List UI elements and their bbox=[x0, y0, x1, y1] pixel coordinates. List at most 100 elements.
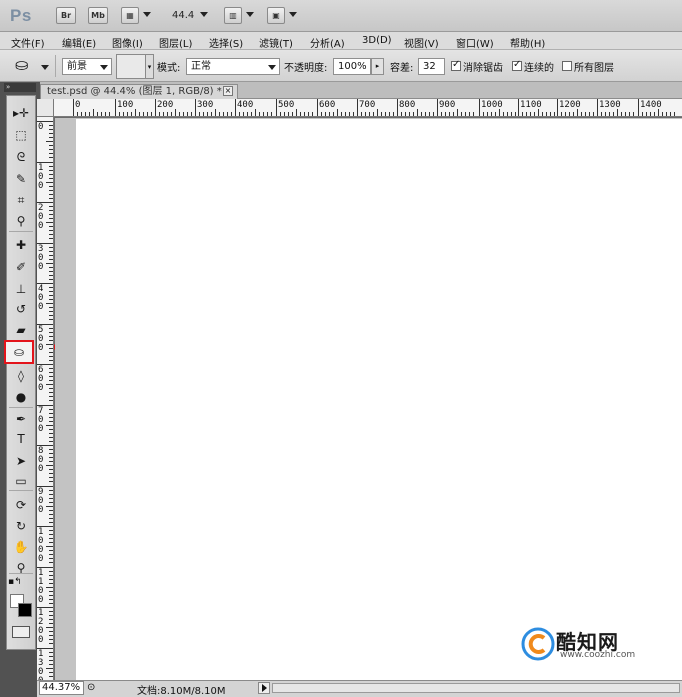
ruler-tick bbox=[449, 112, 450, 116]
3d-orbit-tool-icon[interactable]: ↻ bbox=[7, 517, 35, 536]
ruler-origin[interactable] bbox=[37, 99, 54, 117]
menu-view[interactable]: 视图(V) bbox=[404, 35, 439, 50]
ruler-tick bbox=[296, 109, 297, 116]
zoom-caret-icon[interactable] bbox=[200, 12, 208, 17]
all-layers-checkbox[interactable] bbox=[562, 61, 572, 71]
pattern-picker[interactable] bbox=[116, 54, 146, 79]
ruler-top-label: 400 bbox=[237, 100, 254, 110]
ruler-tick bbox=[49, 133, 53, 134]
ruler-tick bbox=[465, 112, 466, 116]
ruler-tick bbox=[243, 112, 244, 116]
brush-tool-icon[interactable]: ✐ bbox=[7, 258, 35, 277]
ruler-tick bbox=[259, 112, 260, 116]
tools-panel-collapse[interactable]: » bbox=[4, 83, 36, 92]
shape-tool-icon[interactable]: ▭ bbox=[7, 472, 35, 491]
lasso-tool-icon[interactable]: ᘓ bbox=[7, 148, 35, 167]
ruler-tick bbox=[49, 655, 53, 657]
ruler-tick bbox=[473, 112, 474, 116]
quick-mask-icon[interactable] bbox=[12, 626, 30, 638]
document-canvas[interactable] bbox=[76, 119, 682, 680]
fill-source-caret-icon[interactable] bbox=[100, 65, 108, 70]
tolerance-field[interactable]: 32 bbox=[418, 58, 445, 75]
hand-tool-icon[interactable]: ✋ bbox=[7, 538, 35, 557]
marquee-tool-icon[interactable]: ⬚ bbox=[7, 126, 35, 145]
ruler-tick bbox=[605, 112, 606, 116]
tool-preset-caret-icon[interactable] bbox=[41, 65, 49, 70]
healing-brush-tool-icon[interactable]: ✚ bbox=[7, 236, 35, 255]
eraser-tool-icon[interactable]: ▰ bbox=[7, 321, 35, 340]
blend-mode-caret-icon[interactable] bbox=[268, 65, 276, 70]
close-tab-icon[interactable]: × bbox=[223, 86, 233, 96]
menu-filter[interactable]: 滤镜(T) bbox=[259, 35, 293, 50]
paint-bucket-tool-icon[interactable]: ⛀ bbox=[4, 340, 34, 364]
menu-analysis[interactable]: 分析(A) bbox=[310, 35, 345, 50]
menu-file[interactable]: 文件(F) bbox=[11, 35, 45, 50]
antialias-checkbox[interactable] bbox=[451, 59, 461, 71]
ruler-tick bbox=[139, 112, 140, 116]
ruler-tick bbox=[49, 226, 53, 227]
menu-edit[interactable]: 编辑(E) bbox=[62, 35, 96, 50]
ruler-tick bbox=[81, 112, 82, 116]
document-tab[interactable]: test.psd @ 44.4% (图层 1, RGB/8) * bbox=[40, 84, 238, 99]
default-colors-icon[interactable]: ▪↰ bbox=[8, 577, 22, 587]
ruler-tick bbox=[46, 627, 53, 628]
horizontal-ruler[interactable]: 0 100 200 300 400 500 600 700 800 900 1000 1100 1200… bbox=[37, 99, 682, 117]
menu-select[interactable]: 选择(S) bbox=[209, 35, 243, 50]
arrange-documents-button[interactable]: ▥ bbox=[224, 7, 242, 24]
ruler-tick bbox=[49, 469, 53, 470]
ruler-top-label: 700 bbox=[359, 100, 376, 110]
zoom-level[interactable]: 44.4 bbox=[172, 10, 194, 21]
background-color-swatch[interactable] bbox=[18, 603, 32, 617]
ruler-tick bbox=[49, 550, 53, 551]
quick-selection-tool-icon[interactable]: ✎ bbox=[7, 170, 35, 189]
ruler-tick bbox=[49, 169, 53, 171]
contiguous-checkbox[interactable] bbox=[512, 59, 522, 71]
opacity-slider-icon[interactable]: ▸ bbox=[371, 58, 384, 75]
ruler-tick bbox=[49, 197, 53, 199]
menu-3d[interactable]: 3D(D) bbox=[362, 35, 392, 46]
menu-image[interactable]: 图像(I) bbox=[112, 35, 143, 50]
blend-mode-select[interactable]: 正常 bbox=[186, 58, 280, 75]
path-selection-tool-icon[interactable]: ➤ bbox=[7, 452, 35, 471]
horizontal-scrollbar[interactable] bbox=[272, 683, 680, 693]
crop-tool-icon[interactable]: ⌗ bbox=[7, 191, 35, 210]
3d-rotate-tool-icon[interactable]: ⟳ bbox=[7, 496, 35, 515]
ruler-tick bbox=[49, 234, 53, 235]
ruler-tick bbox=[369, 112, 370, 116]
menu-window[interactable]: 窗口(W) bbox=[456, 35, 494, 50]
view-extras-caret-icon[interactable] bbox=[143, 12, 151, 17]
bridge-button[interactable]: Br bbox=[56, 7, 76, 24]
menu-help[interactable]: 帮助(H) bbox=[510, 35, 545, 50]
history-brush-tool-icon[interactable]: ↺ bbox=[7, 300, 35, 319]
paint-bucket-preset-icon[interactable]: ⛀ bbox=[15, 55, 28, 74]
type-tool-icon[interactable]: T bbox=[7, 430, 35, 449]
ruler-tick bbox=[49, 291, 53, 292]
dodge-tool-icon[interactable]: ● bbox=[7, 388, 35, 407]
blur-tool-icon[interactable]: ◊ bbox=[7, 367, 35, 386]
ruler-tick bbox=[49, 619, 53, 620]
status-info-icon[interactable]: ⊙ bbox=[87, 682, 95, 693]
ruler-tick bbox=[625, 112, 626, 116]
opacity-field[interactable]: 100% bbox=[333, 58, 371, 75]
ruler-tick bbox=[46, 222, 53, 223]
status-zoom-field[interactable]: 44.37% bbox=[39, 681, 84, 695]
pen-tool-icon[interactable]: ✒ bbox=[7, 410, 35, 429]
fill-source-value: 前景 bbox=[67, 61, 87, 72]
zoom-tool-icon[interactable]: ⚲ bbox=[7, 559, 35, 578]
menu-layer[interactable]: 图层(L) bbox=[159, 35, 192, 50]
move-tool-icon[interactable]: ▸✛ bbox=[7, 104, 35, 123]
arrange-caret-icon[interactable] bbox=[246, 12, 254, 17]
eyedropper-tool-icon[interactable]: ⚲ bbox=[7, 212, 35, 231]
ruler-tick bbox=[329, 112, 330, 116]
vertical-ruler[interactable]: 0 1 0 0 2 0 0 3 0 0 4 0 0 5 0 0 6 0 0 7 0 0 8 0 … bbox=[37, 117, 54, 680]
screen-mode-caret-icon[interactable] bbox=[289, 12, 297, 17]
pattern-picker-caret-icon[interactable]: ▾ bbox=[146, 54, 154, 79]
clone-stamp-tool-icon[interactable]: ⊥ bbox=[7, 280, 35, 299]
ruler-tick bbox=[373, 112, 374, 116]
status-menu-icon[interactable] bbox=[258, 682, 270, 694]
mini-bridge-button[interactable]: Mb bbox=[88, 7, 108, 24]
ruler-left-label: 8 0 0 bbox=[38, 446, 44, 474]
view-extras-button[interactable]: ▦ bbox=[121, 7, 139, 24]
screen-mode-button[interactable]: ▣ bbox=[267, 7, 285, 24]
ruler-tick bbox=[554, 112, 555, 116]
